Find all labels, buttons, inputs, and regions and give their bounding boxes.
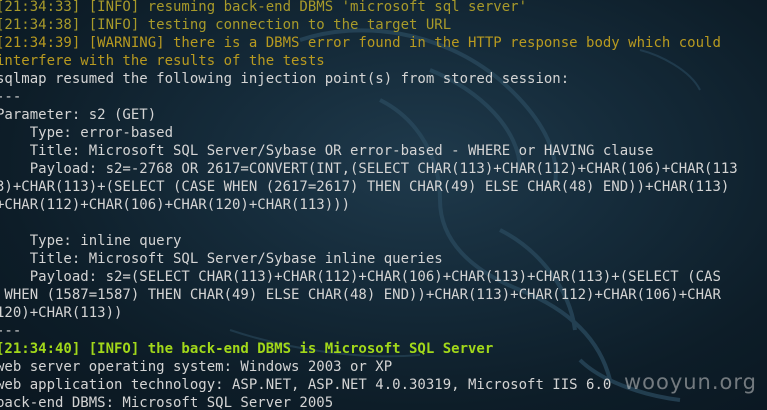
terminal-line: 120)+CHAR(113)) xyxy=(0,305,123,321)
terminal-output: [21:34:33] [INFO] resuming back-end DBMS… xyxy=(0,0,767,410)
terminal-line: WHEN (1587=1587) THEN CHAR(49) ELSE CHAR… xyxy=(0,287,721,303)
terminal-line: [21:34:33] [INFO] resuming back-end DBMS… xyxy=(0,0,528,15)
watermark: wooyun.org xyxy=(623,370,757,394)
terminal-line: --- xyxy=(0,323,22,339)
terminal-line: --- xyxy=(0,89,22,105)
terminal-line: Payload: s2=(SELECT CHAR(113)+CHAR(112)+… xyxy=(0,269,721,285)
terminal-line: 3)+CHAR(113)+(SELECT (CASE WHEN (2617=26… xyxy=(0,179,730,195)
terminal-line: +CHAR(112)+CHAR(106)+CHAR(120)+CHAR(113)… xyxy=(0,197,351,213)
terminal-line: Payload: s2=-2768 OR 2617=CONVERT(INT,(S… xyxy=(0,161,738,177)
terminal-window[interactable]: [21:34:33] [INFO] resuming back-end DBMS… xyxy=(0,0,767,410)
terminal-line: sqlmap resumed the following injection p… xyxy=(0,71,570,87)
terminal-line: [21:34:40] [INFO] the back-end DBMS is M… xyxy=(0,341,494,357)
terminal-line: Type: inline query xyxy=(0,233,182,249)
terminal-line: [21:34:39] [WARNING] there is a DBMS err… xyxy=(0,35,721,51)
terminal-line: back-end DBMS: Microsoft SQL Server 2005 xyxy=(0,395,334,410)
terminal-line: Type: error-based xyxy=(0,125,174,141)
terminal-line: [21:34:38] [INFO] testing connection to … xyxy=(0,17,452,33)
terminal-line: Parameter: s2 (GET) xyxy=(0,107,157,123)
terminal-line: interfere with the results of the tests xyxy=(0,53,325,69)
terminal-line: Title: Microsoft SQL Server/Sybase inlin… xyxy=(0,251,443,267)
terminal-line: Title: Microsoft SQL Server/Sybase OR er… xyxy=(0,143,654,159)
